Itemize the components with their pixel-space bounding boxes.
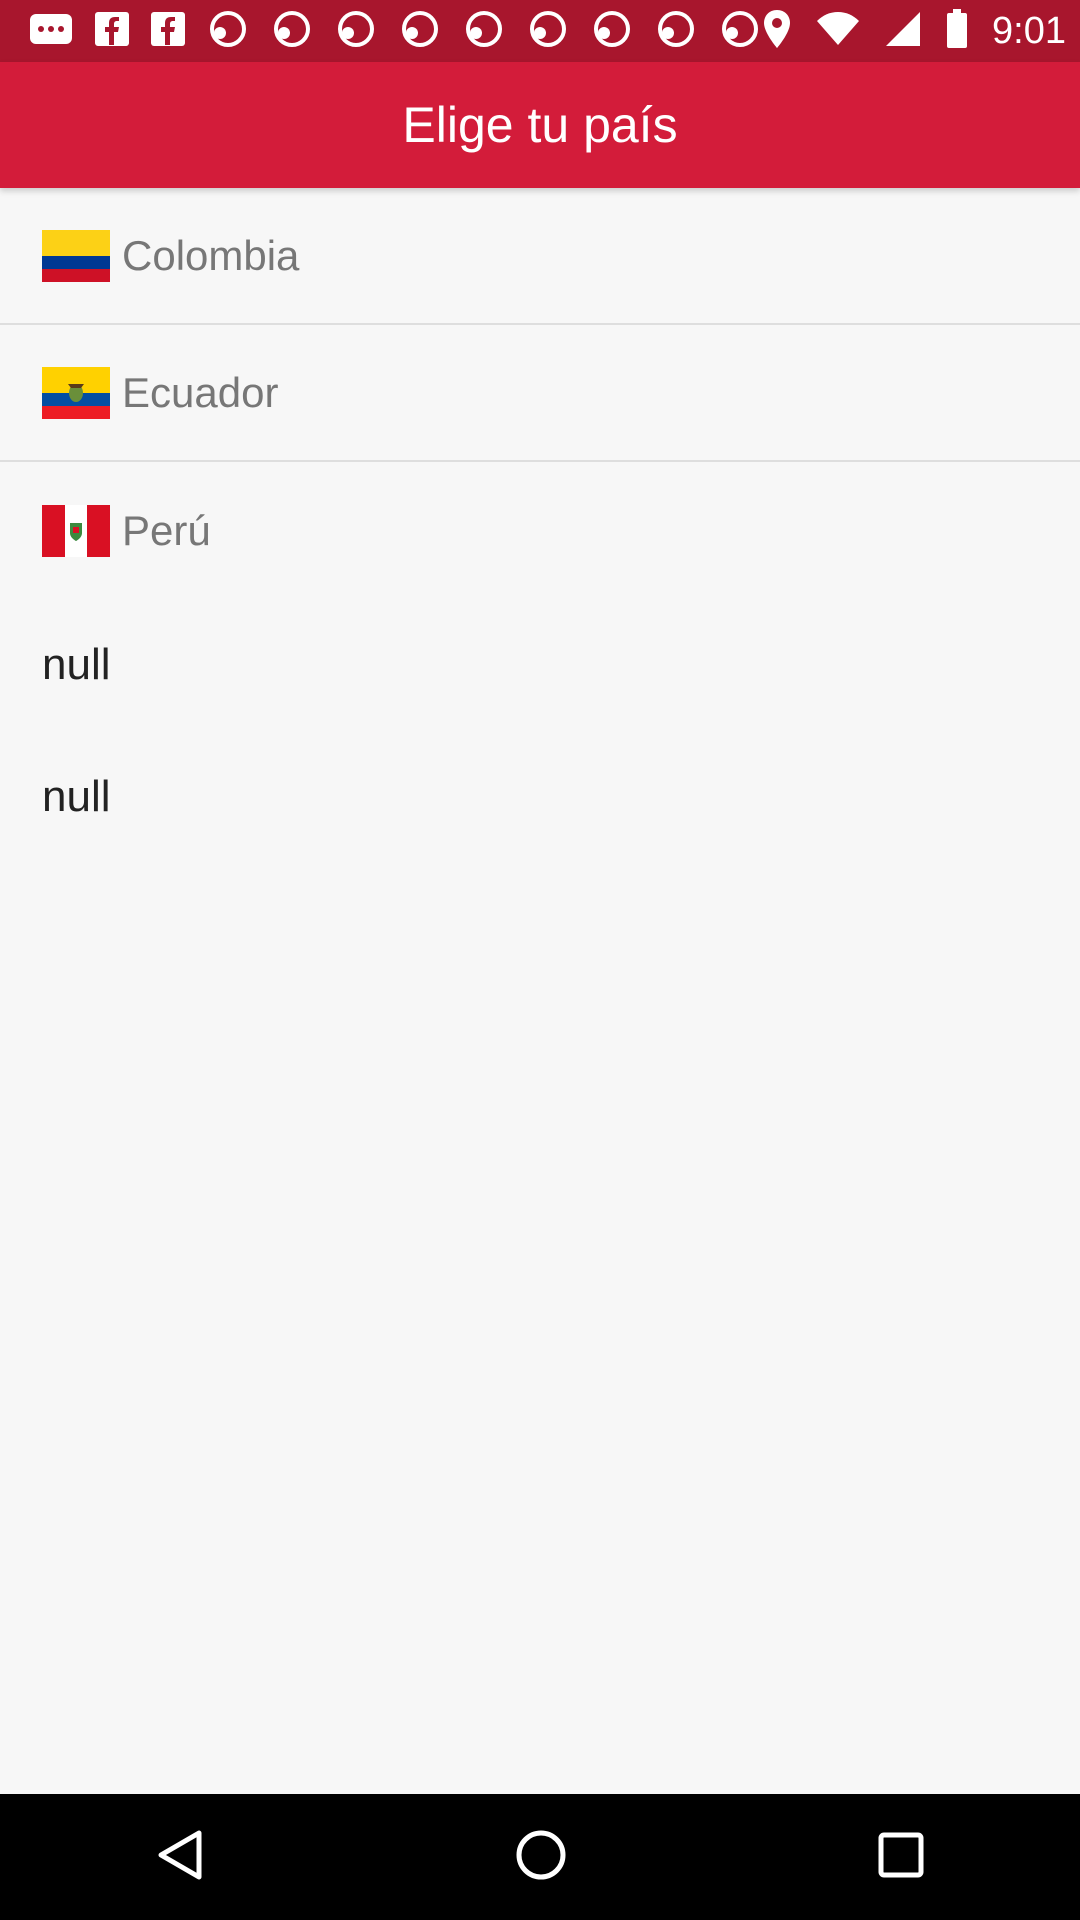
country-name: Colombia [122, 231, 300, 279]
message-icon [28, 12, 74, 51]
null-label: null [42, 640, 111, 689]
status-bar: 9:01 [0, 0, 1080, 62]
country-name: Perú [122, 506, 211, 554]
list-item-colombia[interactable]: Colombia [0, 188, 1080, 325]
abc7-icon [398, 10, 442, 52]
abc7-icon [270, 10, 314, 52]
country-list: Colombia Ecuador Perú null null [0, 188, 1080, 863]
ecuador-flag-icon [42, 366, 110, 419]
peru-flag-icon [42, 504, 110, 557]
recents-icon[interactable] [877, 1831, 925, 1884]
abc7-icon [462, 10, 506, 52]
list-item-ecuador[interactable]: Ecuador [0, 325, 1080, 462]
home-icon[interactable] [514, 1828, 568, 1887]
colombia-flag-icon [42, 229, 110, 282]
notification-icons [0, 10, 762, 52]
battery-icon [946, 8, 968, 54]
abc7-icon [590, 10, 634, 52]
abc7-icon [206, 10, 250, 52]
navigation-bar [0, 1794, 1080, 1920]
list-item-peru[interactable]: Perú [0, 462, 1080, 599]
location-icon [762, 9, 792, 54]
abc7-icon [334, 10, 378, 52]
back-icon[interactable] [155, 1829, 205, 1886]
country-name: Ecuador [122, 368, 279, 416]
wifi-icon [816, 11, 860, 52]
abc7-icon [718, 10, 762, 52]
list-item-null-2[interactable]: null [0, 731, 1080, 863]
clock: 9:01 [992, 9, 1066, 52]
facebook-icon [94, 11, 130, 52]
abc7-icon [526, 10, 570, 52]
null-label: null [42, 772, 111, 821]
facebook-icon [150, 11, 186, 52]
list-item-null-1[interactable]: null [0, 599, 1080, 731]
signal-icon [884, 10, 922, 53]
app-bar: Elige tu país [0, 62, 1080, 188]
page-title: Elige tu país [402, 97, 678, 153]
abc7-icon [654, 10, 698, 52]
